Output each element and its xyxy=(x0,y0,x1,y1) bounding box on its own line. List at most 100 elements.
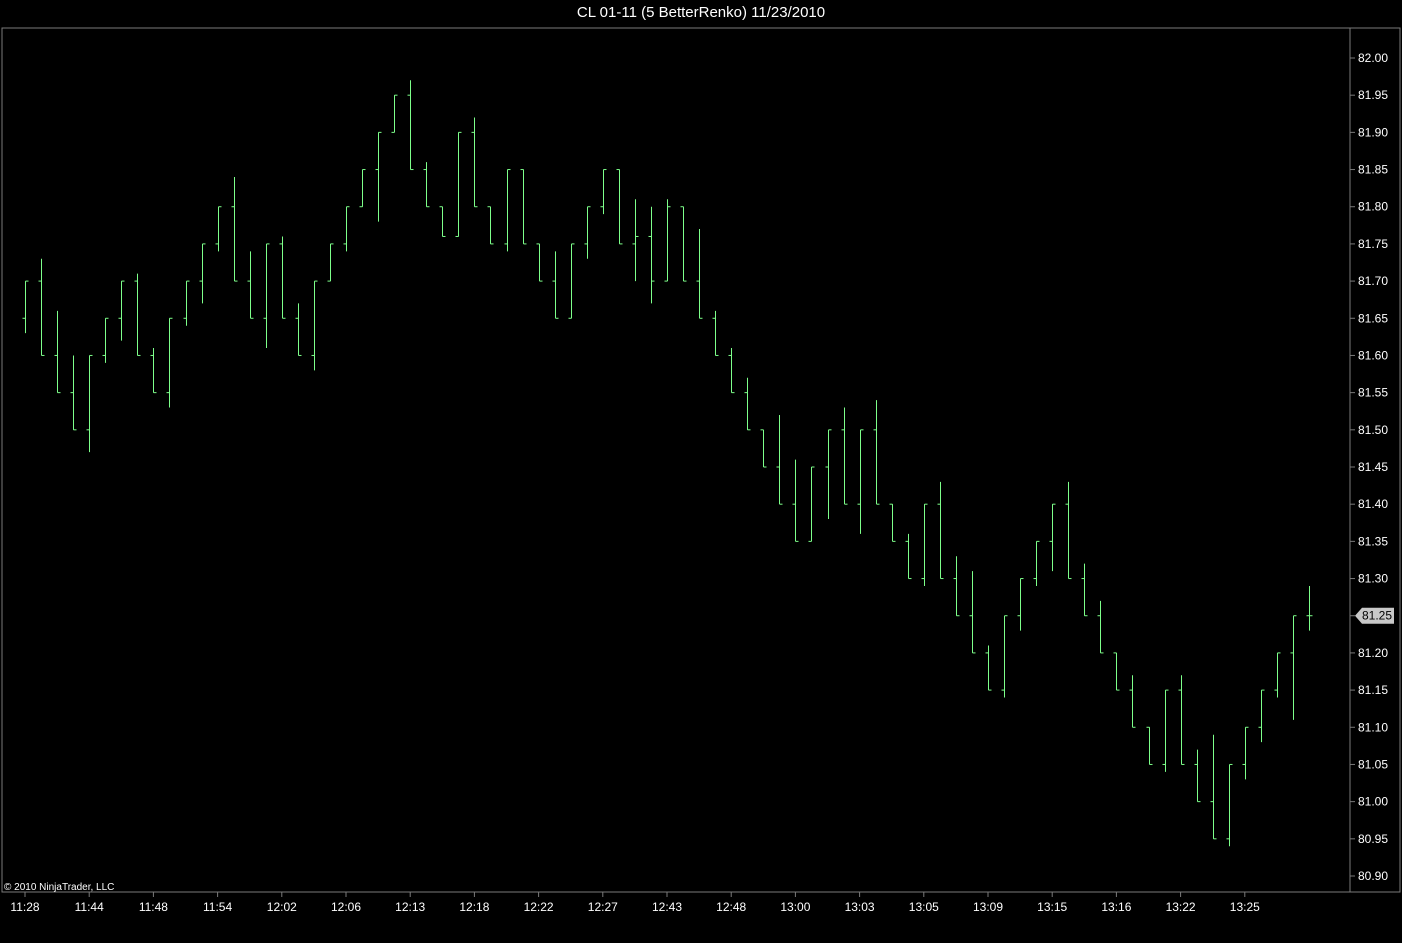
price-tick-label: 81.35 xyxy=(1358,534,1388,548)
ohlc-bar xyxy=(391,94,398,133)
ohlc-bar xyxy=(471,117,478,208)
price-tick-label: 81.40 xyxy=(1358,497,1388,511)
time-tick-label: 12:18 xyxy=(459,900,489,914)
ohlc-bar xyxy=(199,243,206,304)
ohlc-bar xyxy=(857,429,864,534)
price-tick-label: 81.90 xyxy=(1358,125,1388,139)
time-tick-label: 13:25 xyxy=(1230,900,1260,914)
ohlc-bar xyxy=(1146,726,1153,765)
ohlc-bar xyxy=(295,303,302,356)
ohlc-bar xyxy=(889,503,896,542)
ohlc-bar xyxy=(1194,749,1201,803)
ohlc-bar xyxy=(1274,652,1281,698)
ohlc-bar xyxy=(825,429,832,520)
time-tick-label: 13:09 xyxy=(973,900,1003,914)
ohlc-bar xyxy=(118,280,125,341)
ohlc-bar xyxy=(680,206,687,282)
ohlc-bar xyxy=(1306,585,1313,631)
last-price-marker: 81.25 xyxy=(1355,607,1394,624)
ohlc-bar xyxy=(808,466,815,542)
time-tick-label: 11:48 xyxy=(139,900,168,914)
price-tick-label: 81.95 xyxy=(1358,88,1388,102)
ohlc-bar xyxy=(744,377,751,431)
time-tick-label: 12:48 xyxy=(716,900,746,914)
price-tick-label: 81.45 xyxy=(1358,460,1388,474)
ohlc-bar xyxy=(70,355,77,431)
price-tick-label: 80.95 xyxy=(1358,832,1388,846)
price-tick-label: 81.80 xyxy=(1358,200,1388,214)
ohlc-bar xyxy=(600,169,607,215)
price-tick-label: 81.20 xyxy=(1358,646,1388,660)
ohlc-bar xyxy=(584,206,591,259)
price-tick-label: 81.10 xyxy=(1358,720,1388,734)
ohlc-bar xyxy=(520,169,527,245)
price-tick-label: 81.70 xyxy=(1358,274,1388,288)
ohlc-bar xyxy=(760,429,767,468)
ohlc-bar xyxy=(776,414,783,505)
ohlc-bar xyxy=(407,80,414,171)
time-tick-label: 12:02 xyxy=(267,900,297,914)
price-tick-label: 81.75 xyxy=(1358,237,1388,251)
ohlc-bar xyxy=(905,533,912,580)
ohlc-bar xyxy=(150,348,157,394)
ohlc-bar xyxy=(231,176,238,282)
ohlc-bar xyxy=(632,199,639,282)
ohlc-bar xyxy=(1162,689,1169,772)
ohlc-bar xyxy=(873,400,880,505)
ohlc-bar xyxy=(215,206,222,252)
time-tick-label: 13:22 xyxy=(1166,900,1196,914)
ohlc-bar xyxy=(1097,600,1104,654)
ohlc-bar xyxy=(1049,503,1056,572)
ohlc-bar xyxy=(134,273,141,356)
ohlc-bar xyxy=(375,131,382,222)
ohlc-bar xyxy=(247,251,254,319)
price-tick-label: 81.50 xyxy=(1358,423,1388,437)
ohlc-bar xyxy=(22,280,29,334)
ohlc-bar xyxy=(841,407,848,505)
time-tick-label: 13:03 xyxy=(845,900,875,914)
ohlc-bar xyxy=(664,199,671,282)
price-tick-label: 81.05 xyxy=(1358,757,1388,771)
ohlc-bar xyxy=(1081,563,1088,617)
ohlc-bar xyxy=(696,229,703,319)
ohlc-bar xyxy=(263,243,270,349)
time-tick-label: 12:43 xyxy=(652,900,682,914)
price-tick-label: 81.60 xyxy=(1358,348,1388,362)
price-tick-label: 81.00 xyxy=(1358,795,1388,809)
ohlc-bar xyxy=(969,571,976,654)
ohlc-bar xyxy=(1065,481,1072,580)
ohlc-bar xyxy=(1129,675,1136,728)
ohlc-bar xyxy=(38,258,45,356)
time-tick-label: 13:16 xyxy=(1101,900,1131,914)
time-tick-label: 13:05 xyxy=(909,900,939,914)
last-price-label: 81.25 xyxy=(1362,609,1392,623)
ohlc-bars xyxy=(22,80,1313,847)
time-tick-label: 11:28 xyxy=(10,900,39,914)
time-tick-label: 12:13 xyxy=(395,900,425,914)
price-tick-label: 81.15 xyxy=(1358,683,1388,697)
ohlc-bar xyxy=(359,169,366,208)
ohlc-bar xyxy=(327,243,334,282)
ohlc-bar xyxy=(1001,615,1008,698)
ohlc-bar xyxy=(86,354,93,453)
price-tick-label: 81.85 xyxy=(1358,163,1388,177)
ohlc-bar xyxy=(937,481,944,580)
ohlc-bar xyxy=(102,317,109,363)
ohlc-bar xyxy=(616,169,623,245)
copyright-notice: © 2010 NinjaTrader, LLC xyxy=(4,882,114,893)
price-chart[interactable]: 82.00 81.95 81.90 81.85 81.80 81.75 81.70 81.65… xyxy=(0,0,1402,943)
ohlc-bar xyxy=(712,310,719,356)
ohlc-bar xyxy=(1178,675,1185,765)
ohlc-bar xyxy=(504,169,511,252)
ohlc-bar xyxy=(439,206,446,237)
ohlc-bar xyxy=(648,206,655,304)
price-tick-label: 81.65 xyxy=(1358,311,1388,325)
ohlc-bar xyxy=(166,317,173,408)
ohlc-bar xyxy=(455,131,462,237)
ohlc-bar xyxy=(568,243,575,319)
time-tick-label: 12:06 xyxy=(331,900,361,914)
ohlc-bar xyxy=(279,236,286,319)
ohlc-bar xyxy=(1290,615,1297,720)
price-tick-label: 81.30 xyxy=(1358,572,1388,586)
ohlc-bar xyxy=(792,459,799,542)
